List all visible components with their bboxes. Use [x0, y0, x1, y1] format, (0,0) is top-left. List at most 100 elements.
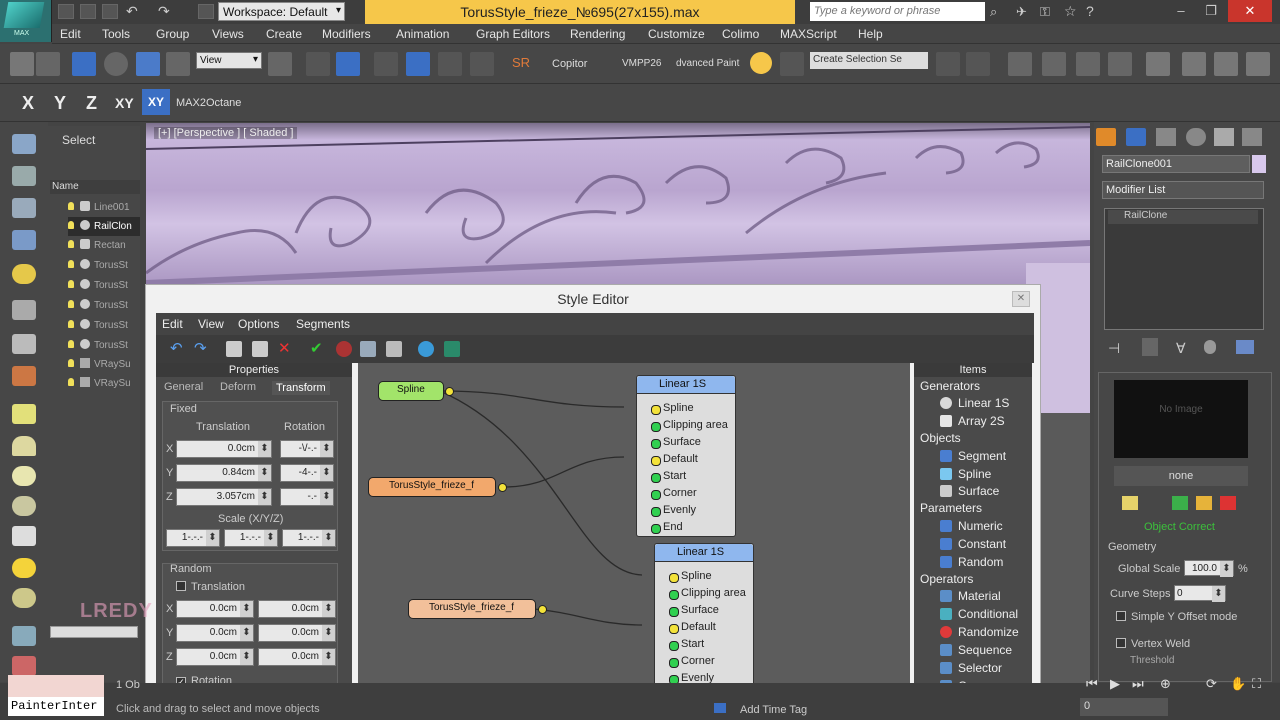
filter-icon[interactable]: [360, 341, 376, 357]
paste-icon[interactable]: [252, 341, 268, 357]
tab-transform[interactable]: Transform: [272, 381, 330, 395]
torus-node-2[interactable]: TorusStyle_frieze_f: [408, 599, 536, 619]
load-style-icon[interactable]: [1196, 496, 1212, 510]
item-selector[interactable]: Selector: [940, 661, 1002, 675]
refresh-icon[interactable]: [418, 341, 434, 357]
list-item[interactable]: VRaySu: [68, 374, 140, 393]
modifier-list-dropdown[interactable]: Modifier List: [1102, 181, 1264, 199]
select-tool-icon[interactable]: [12, 134, 36, 154]
vertex-weld-checkbox[interactable]: Vertex Weld: [1116, 638, 1190, 650]
scale-z-field[interactable]: 1-.-.-: [282, 529, 336, 547]
render-icon[interactable]: [1246, 52, 1270, 76]
item-material[interactable]: Material: [940, 589, 1001, 603]
paint-icon[interactable]: [750, 52, 772, 74]
sr-label[interactable]: SR: [512, 55, 530, 70]
export-icon[interactable]: [444, 341, 460, 357]
hair-tool-icon[interactable]: [12, 626, 36, 646]
undo-icon[interactable]: ↶: [170, 339, 186, 357]
category-generators[interactable]: Generators: [920, 379, 980, 393]
vmpp-button[interactable]: VMPP26: [622, 58, 661, 69]
torus2-output-port[interactable]: [538, 605, 547, 614]
torus-primitive-icon[interactable]: [12, 496, 36, 516]
grid-tool-icon[interactable]: [12, 230, 36, 250]
viewport-label[interactable]: [+] [Perspective ] [ Shaded ]: [154, 127, 298, 139]
menu-animation[interactable]: Animation: [396, 27, 449, 41]
list-tool-icon[interactable]: [12, 198, 36, 218]
undo-icon[interactable]: ↶: [126, 3, 138, 20]
select-object-icon[interactable]: [72, 52, 96, 76]
port-clipping-area[interactable]: Clipping area: [651, 419, 728, 432]
linear1-header[interactable]: Linear 1S: [637, 376, 735, 394]
spline-output-port[interactable]: [445, 387, 454, 396]
minimize-button[interactable]: –: [1166, 0, 1196, 22]
accept-icon[interactable]: ✔: [310, 339, 326, 357]
app-logo[interactable]: MAX: [0, 0, 52, 42]
item-random[interactable]: Random: [940, 555, 1003, 569]
random-y-max-field[interactable]: 0.0cm: [258, 624, 336, 642]
random-y-min-field[interactable]: 0.0cm: [176, 624, 254, 642]
space-warp-icon[interactable]: [12, 334, 36, 354]
category-operators[interactable]: Operators: [920, 572, 973, 586]
random-z-max-field[interactable]: 0.0cm: [258, 648, 336, 666]
explorer-scrollbar[interactable]: [50, 626, 138, 638]
se-menu-options[interactable]: Options: [238, 317, 279, 331]
category-objects[interactable]: Objects: [920, 431, 961, 445]
object-color-swatch[interactable]: [1252, 155, 1266, 173]
torus-node-1[interactable]: TorusStyle_frieze_f: [368, 477, 496, 497]
menu-rendering[interactable]: Rendering: [570, 27, 625, 41]
z-axis-button[interactable]: Z: [86, 93, 97, 114]
object-name-field[interactable]: RailClone001: [1102, 155, 1250, 173]
workspace-dropdown[interactable]: Workspace: Default: [218, 2, 345, 21]
key-icon[interactable]: ⚿: [1040, 4, 1050, 20]
menu-edit[interactable]: Edit: [60, 27, 81, 41]
xy-plane-button[interactable]: XY: [142, 89, 170, 115]
stop-icon[interactable]: [336, 341, 352, 357]
list-item[interactable]: TorusSt: [68, 336, 140, 355]
linear-generator-node-2[interactable]: Linear 1S Spline Clipping area Surface D…: [654, 543, 754, 701]
placement-icon[interactable]: [166, 52, 190, 76]
item-spline[interactable]: Spline: [940, 467, 991, 481]
style-name-field[interactable]: none: [1114, 466, 1248, 486]
global-scale-field[interactable]: 100.0: [1184, 560, 1234, 577]
list-item[interactable]: VRaySu: [68, 355, 140, 374]
redo-icon[interactable]: ↷: [194, 339, 210, 357]
make-unique-icon[interactable]: ∀: [1176, 340, 1186, 357]
maxscript-listener-output[interactable]: [8, 675, 104, 697]
schematic-view-icon[interactable]: [1108, 52, 1132, 76]
name-column-header[interactable]: Name: [50, 180, 140, 194]
y-axis-button[interactable]: Y: [54, 93, 66, 114]
paint-tool-icon[interactable]: [12, 656, 36, 676]
utilities-tab-icon[interactable]: [1242, 128, 1262, 146]
item-sequence[interactable]: Sequence: [940, 643, 1012, 657]
list-item[interactable]: Rectan: [68, 236, 140, 255]
port-end[interactable]: End: [651, 521, 683, 534]
systems-icon[interactable]: [12, 366, 36, 386]
node-graph-canvas[interactable]: Spline TorusStyle_frieze_f TorusStyle_fr…: [358, 363, 910, 701]
port-evenly[interactable]: Evenly: [650, 504, 696, 517]
se-menu-segments[interactable]: Segments: [296, 317, 350, 331]
item-segment[interactable]: Segment: [940, 449, 1006, 463]
se-menu-view[interactable]: View: [198, 317, 224, 331]
material-editor-icon[interactable]: [1146, 52, 1170, 76]
reference-coordinate-dropdown[interactable]: View: [196, 52, 262, 69]
linear-generator-node-1[interactable]: Linear 1S Spline Clipping area Surface D…: [636, 375, 736, 537]
spinner-snap-icon[interactable]: [470, 52, 494, 76]
named-selection-icon[interactable]: [780, 52, 804, 76]
translation-x-field[interactable]: 0.0cm: [176, 440, 272, 458]
tab-deform[interactable]: Deform: [220, 381, 256, 393]
delete-icon[interactable]: ✕: [278, 339, 294, 357]
port-corner[interactable]: Corner: [651, 487, 697, 500]
stack-item-railclone[interactable]: RailClone: [1108, 210, 1258, 224]
list-item-selected[interactable]: RailClon: [68, 217, 140, 236]
angle-snap-icon[interactable]: [406, 52, 430, 76]
search-input[interactable]: Type a keyword or phrase: [810, 2, 985, 21]
list-item[interactable]: TorusSt: [68, 276, 140, 295]
helper-tool-icon[interactable]: [12, 300, 36, 320]
port-corner[interactable]: Corner: [669, 655, 715, 668]
rotation-z-field[interactable]: -.-: [280, 488, 334, 506]
menu-help[interactable]: Help: [858, 27, 883, 41]
random-translation-checkbox[interactable]: Translation: [176, 581, 245, 593]
torus1-output-port[interactable]: [498, 483, 507, 492]
menu-graph-editors[interactable]: Graph Editors: [476, 27, 550, 41]
maximize-button[interactable]: ❐: [1196, 0, 1226, 22]
